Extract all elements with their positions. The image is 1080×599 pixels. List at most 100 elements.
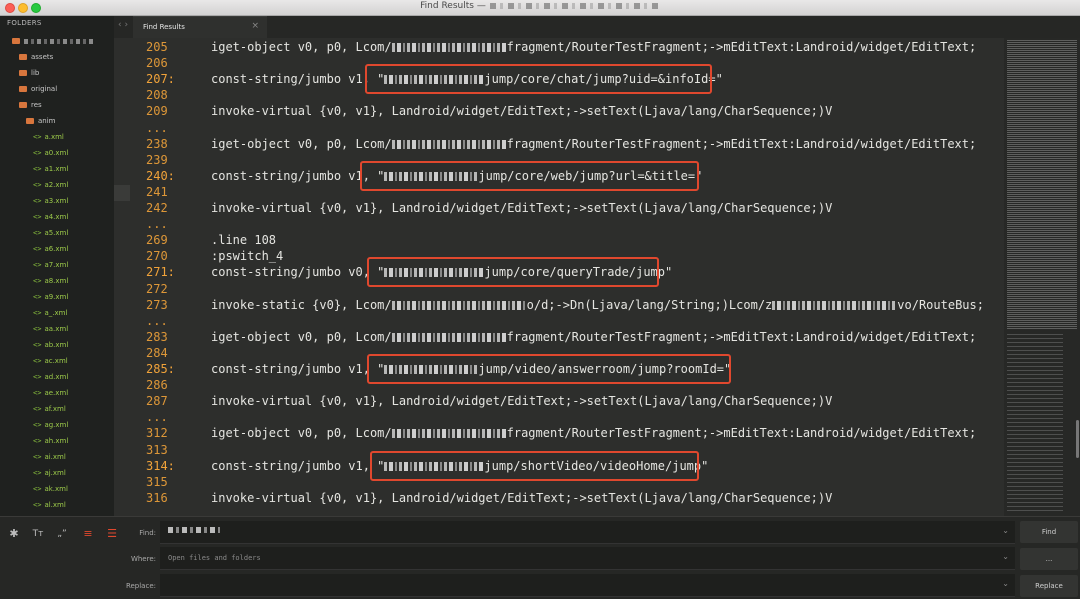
sidebar-file-item[interactable]: <> ag.xml bbox=[33, 418, 68, 432]
sidebar-file-item[interactable]: <> af.xml bbox=[33, 402, 66, 416]
line-number: ... bbox=[146, 410, 168, 425]
find-history-chevron-icon[interactable]: ⌄ bbox=[1002, 526, 1009, 535]
tab-label: Find Results bbox=[143, 23, 185, 31]
code-prefix: iget-object v0, p0, Lcom/ bbox=[211, 136, 392, 151]
code-prefix: const-string/jumbo v1, " bbox=[211, 168, 385, 183]
find-result-context-line[interactable]: 209 invoke-virtual {v0, v1}, Landroid/wid… bbox=[114, 103, 1004, 119]
sidebar-file-item[interactable]: <> a2.xml bbox=[33, 178, 68, 192]
sidebar-file-item[interactable]: <> a0.xml bbox=[33, 146, 68, 160]
case-sensitive-toggle-button[interactable]: Tт bbox=[29, 525, 47, 543]
sidebar-item-label: a6.xml bbox=[44, 245, 69, 253]
where-options-chevron-icon[interactable]: ⌄ bbox=[1002, 552, 1009, 561]
sidebar-item-label: ai.xml bbox=[44, 453, 66, 461]
sidebar-folder-item[interactable]: anim bbox=[26, 114, 56, 128]
find-result-context-line[interactable]: ... bbox=[114, 313, 1004, 329]
show-context-toggle-button[interactable]: ≡ bbox=[79, 525, 97, 543]
sidebar-file-item[interactable]: <> a4.xml bbox=[33, 210, 68, 224]
sidebar-file-item[interactable]: <> a7.xml bbox=[33, 258, 68, 272]
code-suffix: fragment/RouterTestFragment;->mEditText:… bbox=[506, 426, 977, 441]
code-prefix: const-string/jumbo v1, " bbox=[211, 362, 385, 376]
sidebar-file-item[interactable]: <> ae.xml bbox=[33, 386, 68, 400]
match-highlight-box bbox=[365, 64, 712, 95]
replace-button[interactable]: Replace bbox=[1020, 575, 1078, 597]
find-input[interactable]: ⌄ bbox=[160, 521, 1015, 544]
sidebar-file-item[interactable]: <> a5.xml bbox=[33, 226, 68, 240]
sidebar-file-item[interactable]: <> ak.xml bbox=[33, 482, 68, 496]
line-number: 206 bbox=[146, 56, 168, 71]
sidebar-folder-item[interactable]: assets bbox=[19, 50, 53, 64]
sidebar-file-item[interactable]: <> ac.xml bbox=[33, 354, 68, 368]
sidebar-file-item[interactable]: <> a_.xml bbox=[33, 306, 67, 320]
code-prefix: const-string/jumbo v1, " bbox=[211, 72, 385, 87]
code-text: iget-object v0, p0, Lcom/fragment/Router… bbox=[211, 39, 976, 55]
find-result-context-line[interactable]: 238 iget-object v0, p0, Lcom/fragment/Rou… bbox=[114, 136, 1004, 152]
sidebar-file-item[interactable]: <> a9.xml bbox=[33, 290, 68, 304]
editor-find-results[interactable]: 205 iget-object v0, p0, Lcom/fragment/Rou… bbox=[114, 38, 1004, 516]
scrollbar-thumb[interactable] bbox=[1076, 420, 1079, 458]
tab-close-icon[interactable]: × bbox=[251, 21, 259, 31]
more-options-button[interactable]: ... bbox=[1020, 548, 1078, 570]
sidebar-item-label: lib bbox=[31, 69, 40, 77]
sidebar-item-label: af.xml bbox=[44, 405, 66, 413]
sidebar-item-label: a3.xml bbox=[44, 197, 69, 205]
find-result-context-line[interactable]: 205 iget-object v0, p0, Lcom/fragment/Rou… bbox=[114, 39, 1004, 55]
tab-nav-arrows[interactable]: ‹ › bbox=[118, 20, 128, 30]
sidebar-file-item[interactable]: <> ai.xml bbox=[33, 450, 66, 464]
sidebar-file-item[interactable]: <> al.xml bbox=[33, 498, 66, 512]
folder-icon bbox=[26, 118, 34, 124]
sidebar-item-label: ah.xml bbox=[44, 437, 69, 445]
sidebar-file-item[interactable]: <> a3.xml bbox=[33, 194, 68, 208]
code-text: iget-object v0, p0, Lcom/fragment/Router… bbox=[211, 425, 976, 441]
folder-icon bbox=[19, 54, 27, 60]
sidebar-file-item[interactable]: <> ah.xml bbox=[33, 434, 68, 448]
xml-file-icon: <> bbox=[33, 133, 42, 141]
find-result-context-line[interactable]: ... bbox=[114, 120, 1004, 136]
find-result-context-line[interactable]: 242 invoke-virtual {v0, v1}, Landroid/wid… bbox=[114, 200, 1004, 216]
sidebar-folder-item[interactable]: original bbox=[19, 82, 57, 96]
sidebar-file-item[interactable]: <> aj.xml bbox=[33, 466, 66, 480]
line-number: 314: bbox=[146, 458, 175, 473]
sidebar-item-label: a5.xml bbox=[44, 229, 69, 237]
sidebar-file-item[interactable]: <> aa.xml bbox=[33, 322, 68, 336]
xml-file-icon: <> bbox=[33, 501, 42, 509]
sidebar-item-label: a4.xml bbox=[44, 213, 69, 221]
find-input-value bbox=[168, 526, 220, 534]
find-result-context-line[interactable]: 287 invoke-virtual {v0, v1}, Landroid/wid… bbox=[114, 393, 1004, 409]
find-result-context-line[interactable]: ... bbox=[114, 216, 1004, 232]
minimap[interactable] bbox=[1004, 38, 1080, 516]
sidebar-folder-item[interactable]: lib bbox=[19, 66, 39, 80]
code-prefix: :pswitch_4 bbox=[211, 249, 284, 264]
sidebar-file-item[interactable]: <> ad.xml bbox=[33, 370, 68, 384]
whole-word-toggle-button[interactable]: „” bbox=[53, 525, 71, 543]
sidebar-file-item[interactable]: <> ab.xml bbox=[33, 338, 68, 352]
line-number: 241 bbox=[146, 184, 168, 199]
sidebar-file-item[interactable]: <> a1.xml bbox=[33, 162, 68, 176]
line-number: 239 bbox=[146, 152, 168, 167]
find-result-context-line[interactable]: 273 invoke-static {v0}, Lcom/o/d;->Dn(Lja… bbox=[114, 297, 1004, 313]
find-result-context-line[interactable]: 269 .line 108 bbox=[114, 232, 1004, 248]
sidebar-item-label: original bbox=[31, 85, 58, 93]
regex-toggle-button[interactable]: ✱ bbox=[5, 525, 23, 543]
xml-file-icon: <> bbox=[33, 405, 42, 413]
sidebar-folder-item[interactable] bbox=[12, 34, 94, 48]
find-result-context-line[interactable]: 312 iget-object v0, p0, Lcom/fragment/Rou… bbox=[114, 425, 1004, 441]
find-label: Find: bbox=[139, 529, 156, 537]
find-result-context-line[interactable]: 316 invoke-virtual {v0, v1}, Landroid/wid… bbox=[114, 490, 1004, 506]
replace-history-chevron-icon[interactable]: ⌄ bbox=[1002, 579, 1009, 588]
sidebar-file-item[interactable]: <> a6.xml bbox=[33, 242, 68, 256]
find-result-context-line[interactable]: ... bbox=[114, 409, 1004, 425]
replace-input[interactable]: ⌄ bbox=[160, 574, 1015, 597]
sidebar-file-item[interactable]: <> a8.xml bbox=[33, 274, 68, 288]
sidebar-folder-item[interactable]: res bbox=[19, 98, 42, 112]
tab-find-results[interactable]: Find Results × bbox=[133, 16, 267, 39]
find-button[interactable]: Find bbox=[1020, 521, 1078, 543]
xml-file-icon: <> bbox=[33, 293, 42, 301]
sidebar-item-label: ac.xml bbox=[44, 357, 68, 365]
find-result-context-line[interactable]: 283 iget-object v0, p0, Lcom/fragment/Rou… bbox=[114, 329, 1004, 345]
where-input[interactable]: Open files and folders ⌄ bbox=[160, 547, 1015, 570]
sidebar-file-item[interactable]: <> a.xml bbox=[33, 130, 64, 144]
code-text: .line 108 bbox=[211, 232, 276, 248]
code-text: invoke-static {v0}, Lcom/o/d;->Dn(Ljava/… bbox=[211, 297, 984, 313]
sidebar-item-label: anim bbox=[38, 117, 56, 125]
xml-file-icon: <> bbox=[33, 453, 42, 461]
